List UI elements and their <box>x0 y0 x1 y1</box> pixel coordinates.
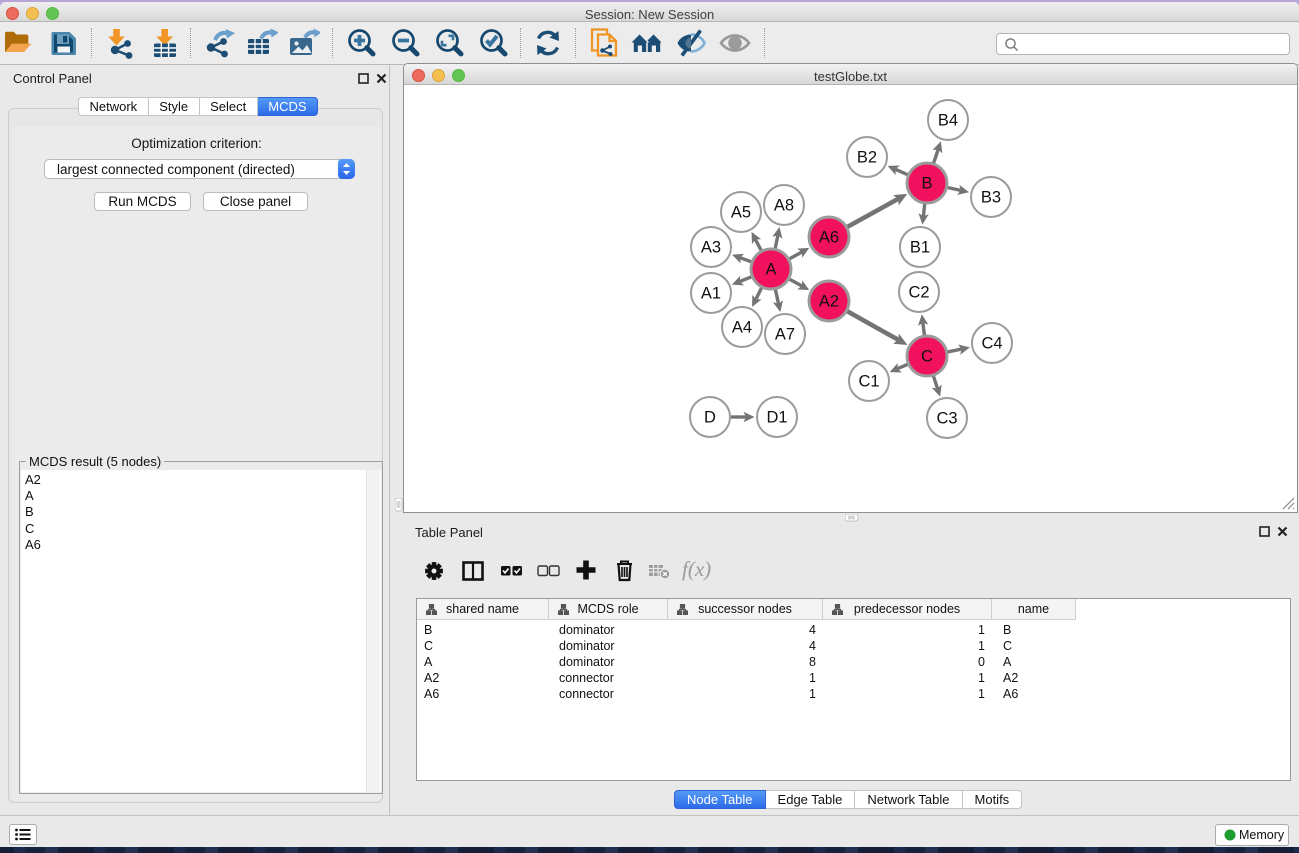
svg-text:B4: B4 <box>938 112 958 130</box>
svg-text:A6: A6 <box>819 229 839 247</box>
svg-text:A4: A4 <box>732 319 752 337</box>
svg-text:B: B <box>921 175 932 193</box>
svg-text:C1: C1 <box>858 373 879 391</box>
svg-text:A2: A2 <box>819 293 839 311</box>
svg-text:B3: B3 <box>981 189 1001 207</box>
svg-text:A8: A8 <box>774 197 794 215</box>
svg-text:B1: B1 <box>910 239 930 257</box>
svg-text:D1: D1 <box>766 409 787 427</box>
svg-text:A3: A3 <box>701 239 721 257</box>
svg-text:D: D <box>704 409 716 427</box>
svg-text:A: A <box>765 261 776 279</box>
svg-text:C: C <box>921 348 933 366</box>
svg-text:A7: A7 <box>775 326 795 344</box>
svg-text:C2: C2 <box>908 284 929 302</box>
svg-text:C4: C4 <box>981 335 1002 353</box>
svg-text:A5: A5 <box>731 204 751 222</box>
svg-text:B2: B2 <box>857 149 877 167</box>
svg-text:A1: A1 <box>701 285 721 303</box>
svg-text:C3: C3 <box>936 410 957 428</box>
